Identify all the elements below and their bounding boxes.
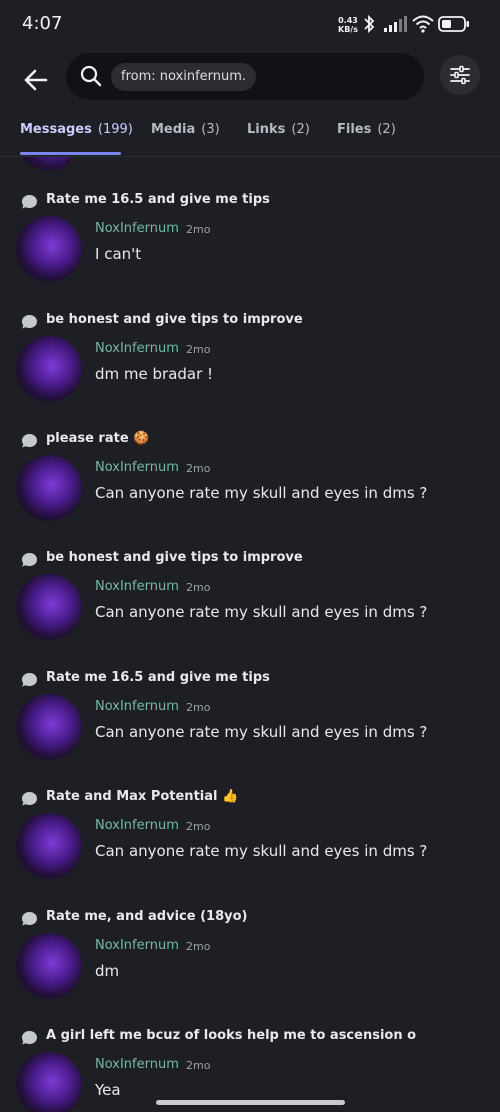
message-timestamp: 2mo xyxy=(186,940,211,953)
active-tab-indicator xyxy=(20,152,121,155)
channel-name: be honest and give tips to improve xyxy=(46,312,303,327)
back-arrow-icon[interactable] xyxy=(18,62,54,98)
avatar[interactable] xyxy=(16,813,82,879)
thread-bubble-icon xyxy=(22,315,37,329)
tab-count: (3) xyxy=(201,122,220,137)
avatar[interactable] xyxy=(16,1052,82,1112)
avatar[interactable] xyxy=(16,336,82,402)
avatar[interactable] xyxy=(16,933,82,999)
channel-name: please rate 🍪 xyxy=(46,431,150,446)
network-speed-value: 0.43 xyxy=(338,16,358,25)
thread-bubble-icon xyxy=(22,434,37,448)
message-timestamp: 2mo xyxy=(186,701,211,714)
channel-name: Rate and Max Potential 👍 xyxy=(46,789,239,804)
message-content: Can anyone rate my skull and eyes in dms… xyxy=(95,723,428,741)
avatar xyxy=(16,157,70,171)
author-name[interactable]: NoxInfernum xyxy=(95,460,179,475)
tab-count: (2) xyxy=(377,122,396,137)
message-timestamp: 2mo xyxy=(186,1059,211,1072)
filter-button[interactable] xyxy=(440,55,480,95)
author-name[interactable]: NoxInfernum xyxy=(95,341,179,356)
search-filter-chip[interactable]: from: noxinfernum. xyxy=(111,63,257,91)
search-result-item[interactable]: Rate me 16.5 and give me tips NoxInfernu… xyxy=(0,669,500,788)
thread-bubble-icon xyxy=(22,553,37,567)
tab-label: Messages xyxy=(20,122,92,137)
message-content: Can anyone rate my skull and eyes in dms… xyxy=(95,484,428,502)
message-timestamp: 2mo xyxy=(186,820,211,833)
message-timestamp: 2mo xyxy=(186,223,211,236)
message-content: dm xyxy=(95,962,120,980)
tab-media[interactable]: Media (3) xyxy=(151,122,220,137)
bluetooth-icon xyxy=(364,14,375,34)
channel-name: Rate me 16.5 and give me tips xyxy=(46,670,270,685)
message-content: Can anyone rate my skull and eyes in dms… xyxy=(95,842,428,860)
thread-bubble-icon xyxy=(22,673,37,687)
tab-messages[interactable]: Messages (199) xyxy=(20,122,133,137)
search-result-item[interactable]: Rate and Max Potential 👍 NoxInfernum 2mo… xyxy=(0,788,500,907)
home-indicator[interactable] xyxy=(156,1100,345,1105)
thread-bubble-icon xyxy=(22,912,37,926)
message-content: Can anyone rate my skull and eyes in dms… xyxy=(95,603,428,621)
battery-icon xyxy=(438,16,469,32)
channel-name: be honest and give tips to improve xyxy=(46,550,303,565)
author-name[interactable]: NoxInfernum xyxy=(95,818,179,833)
message-content: dm me bradar ! xyxy=(95,365,214,383)
tab-files[interactable]: Files (2) xyxy=(337,122,396,137)
search-result-item[interactable]: please rate 🍪 NoxInfernum 2mo Can anyone… xyxy=(0,430,500,549)
tab-label: Links xyxy=(247,122,286,137)
result-tabs: Messages (199) Media (3) Links (2) Files (2) xyxy=(0,110,500,157)
author-name[interactable]: NoxInfernum xyxy=(95,699,179,714)
search-result-item[interactable]: Rate me 16.5 and give me tips NoxInfernu… xyxy=(0,191,500,310)
signal-icon xyxy=(384,16,407,32)
thread-bubble-icon xyxy=(22,195,37,209)
sliders-icon xyxy=(450,65,470,85)
tab-label: Files xyxy=(337,122,372,137)
channel-name: Rate me 16.5 and give me tips xyxy=(46,192,270,207)
author-name[interactable]: NoxInfernum xyxy=(95,938,179,953)
avatar[interactable] xyxy=(16,574,82,640)
channel-name: Rate me, and advice (18yo) xyxy=(46,909,248,924)
search-result-item[interactable]: be honest and give tips to improve NoxIn… xyxy=(0,311,500,430)
thread-bubble-icon xyxy=(22,1031,37,1045)
message-content: Yea xyxy=(95,1081,121,1099)
search-input[interactable]: from: noxinfernum. xyxy=(66,53,424,100)
message-timestamp: 2mo xyxy=(186,581,211,594)
avatar[interactable] xyxy=(16,216,82,282)
search-result-item[interactable]: be honest and give tips to improve NoxIn… xyxy=(0,549,500,668)
author-name[interactable]: NoxInfernum xyxy=(95,1057,179,1072)
wifi-icon xyxy=(412,15,434,33)
avatar[interactable] xyxy=(16,694,82,760)
author-name[interactable]: NoxInfernum xyxy=(95,579,179,594)
tab-count: (2) xyxy=(291,122,310,137)
avatar[interactable] xyxy=(16,455,82,521)
channel-name: A girl left me bcuz of looks help me to … xyxy=(46,1028,417,1043)
network-speed-unit: KB/s xyxy=(338,25,358,34)
tab-count: (199) xyxy=(97,122,133,137)
search-header: from: noxinfernum. xyxy=(0,50,500,110)
message-content: I can't xyxy=(95,245,142,263)
thread-bubble-icon xyxy=(22,792,37,806)
author-name[interactable]: NoxInfernum xyxy=(95,221,179,236)
tab-links[interactable]: Links (2) xyxy=(247,122,310,137)
status-time: 4:07 xyxy=(22,13,63,34)
message-timestamp: 2mo xyxy=(186,462,211,475)
search-result-item[interactable]: Rate me, and advice (18yo) NoxInfernum 2… xyxy=(0,908,500,1027)
network-speed: 0.43 KB/s xyxy=(338,16,358,34)
search-results-list: Rate me 16.5 and give me tips NoxInfernu… xyxy=(0,157,500,1112)
avatar-partial xyxy=(16,157,70,171)
message-timestamp: 2mo xyxy=(186,343,211,356)
tab-label: Media xyxy=(151,122,196,137)
search-icon xyxy=(80,65,102,87)
status-bar: 4:07 0.43 KB/s xyxy=(0,0,500,50)
